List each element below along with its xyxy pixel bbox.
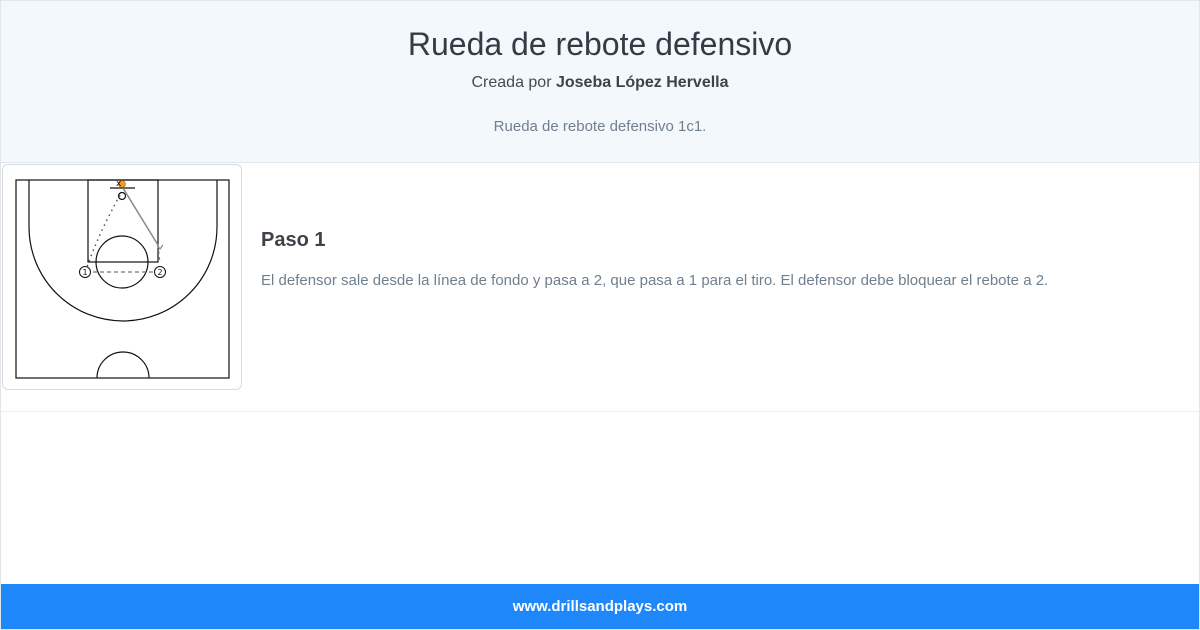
player-1-label: 1 — [82, 268, 87, 277]
pass-line-to-1 — [86, 194, 121, 268]
step-row: x 1 2 Paso 1 El defensor sale desde la l… — [1, 163, 1199, 412]
court-diagram-svg: x 1 2 — [15, 179, 230, 379]
site-link[interactable]: www.drillsandplays.com — [513, 598, 688, 615]
drill-description: Rueda de rebote defensivo 1c1. — [493, 118, 707, 135]
center-circle — [96, 351, 150, 379]
page-title: Rueda de rebote defensivo — [407, 26, 793, 62]
header: Rueda de rebote defensivo Creada por Jos… — [1, 1, 1199, 163]
author-name: Joseba López Hervella — [555, 74, 729, 91]
court-diagram[interactable]: x 1 2 — [2, 164, 242, 390]
defender-marker: x — [116, 179, 122, 189]
created-by-label: Creada por — [471, 74, 556, 91]
step-title: Paso 1 — [261, 229, 326, 251]
footer-bar: www.drillsandplays.com — [1, 584, 1199, 629]
step-description: El defensor sale desde la línea de fondo… — [261, 272, 1049, 289]
author-line: Creada por Joseba López Hervella — [1, 74, 1199, 92]
court-boundary — [15, 179, 230, 379]
player-2-label: 2 — [157, 268, 162, 277]
three-point-line — [28, 180, 218, 322]
